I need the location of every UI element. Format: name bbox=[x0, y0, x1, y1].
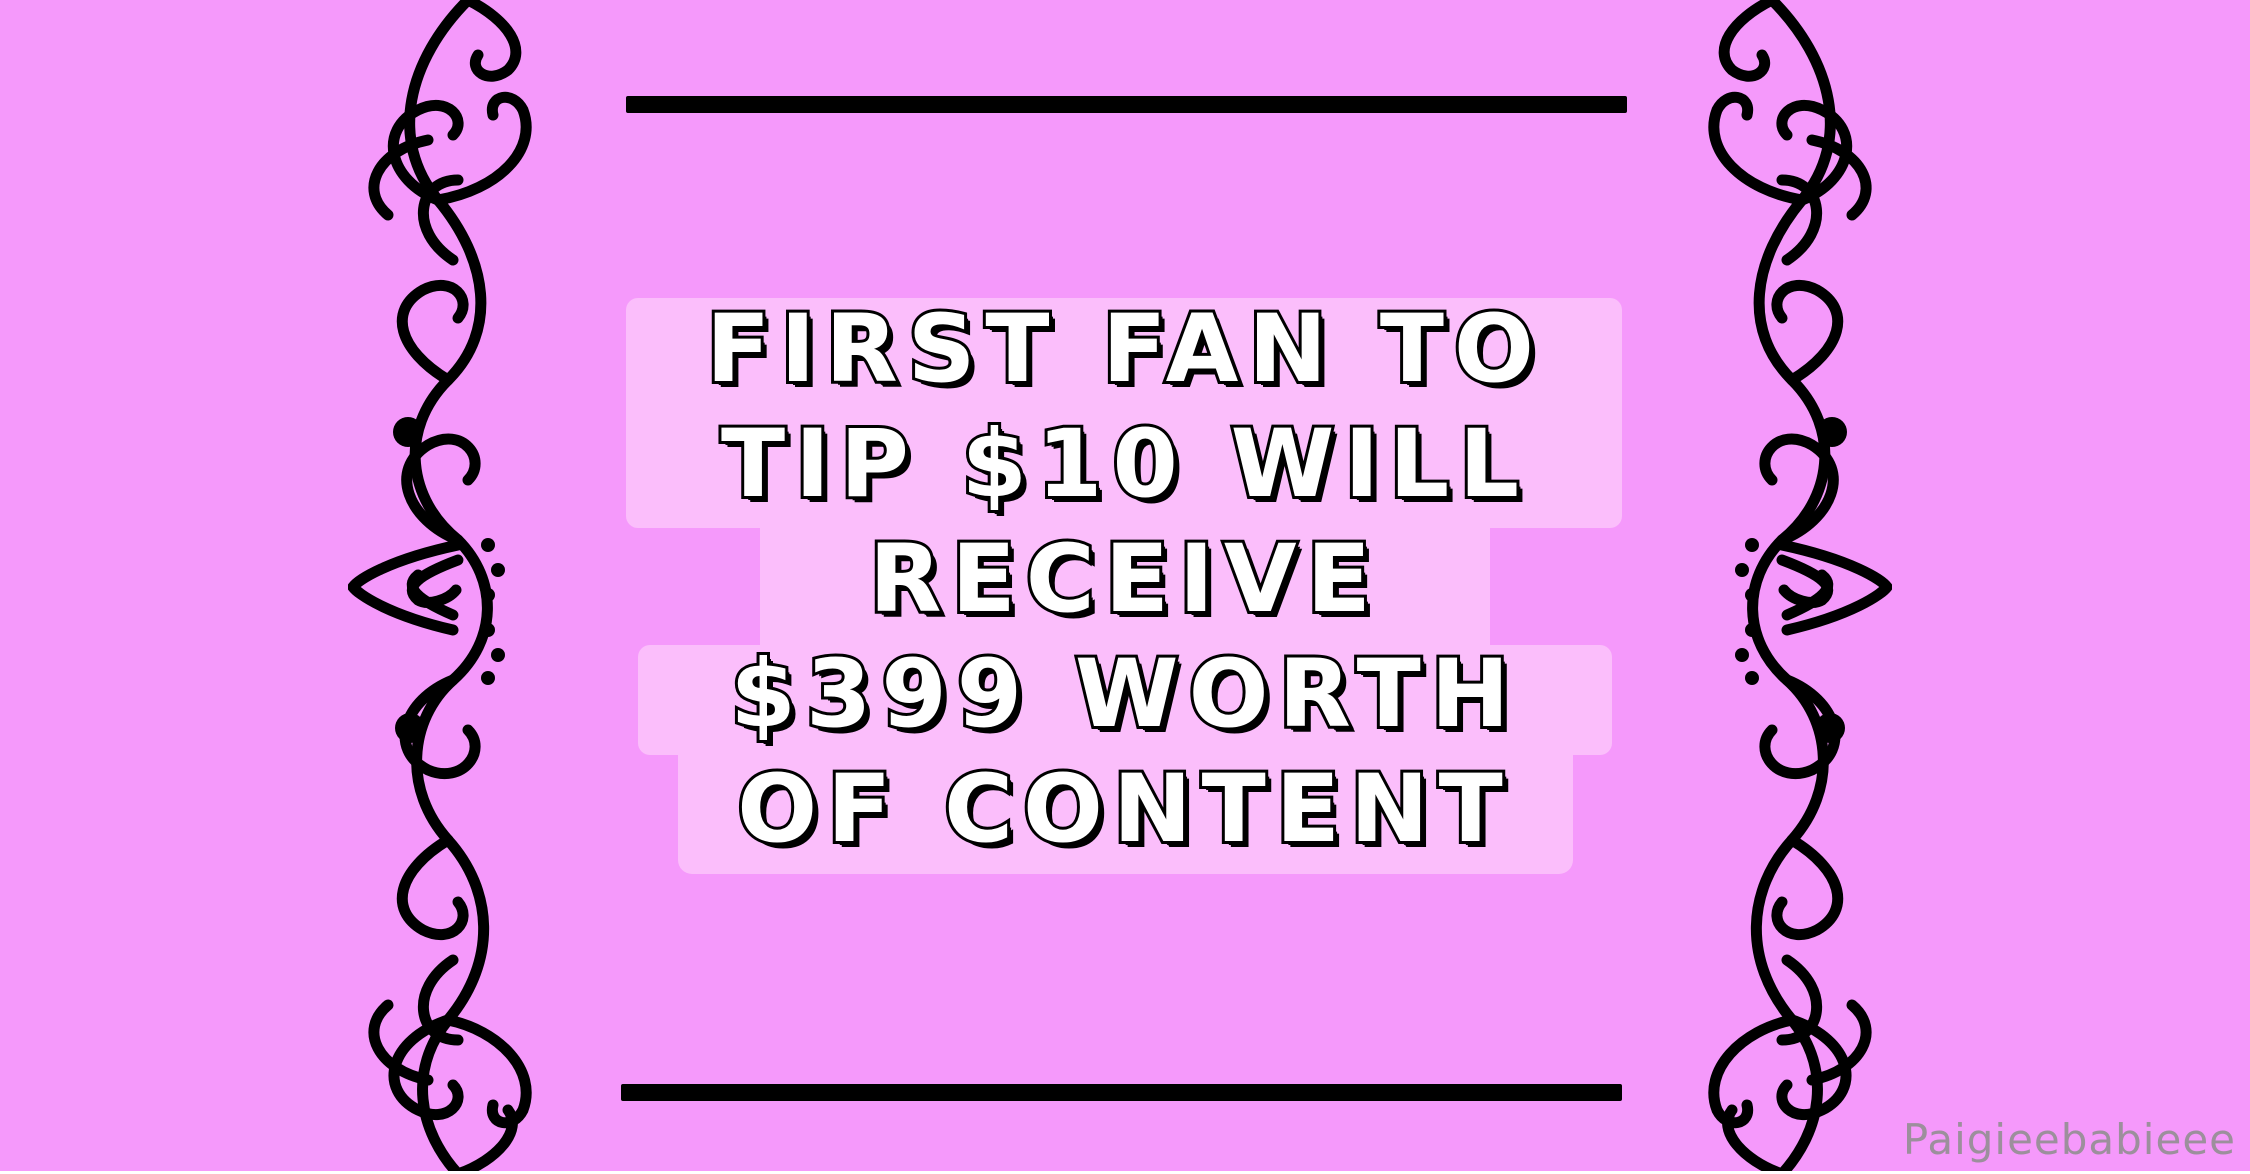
promo-message-line: First fan to bbox=[703, 292, 1544, 407]
promo-message-line: of content bbox=[734, 752, 1513, 867]
promo-message-line: $399 worth bbox=[728, 637, 1520, 752]
bottom-divider bbox=[621, 1084, 1622, 1101]
top-divider bbox=[626, 96, 1627, 113]
watermark: Paigieebabieee bbox=[1902, 1115, 2236, 1164]
promo-message-line: tip $10 will bbox=[718, 407, 1530, 522]
promo-message: First fan to tip $10 will receive $399 w… bbox=[560, 292, 1690, 867]
promo-message-line: receive bbox=[866, 522, 1381, 637]
promo-poster: First fan to tip $10 will receive $399 w… bbox=[0, 0, 2250, 1174]
left-flourish-icon bbox=[348, 0, 588, 1174]
